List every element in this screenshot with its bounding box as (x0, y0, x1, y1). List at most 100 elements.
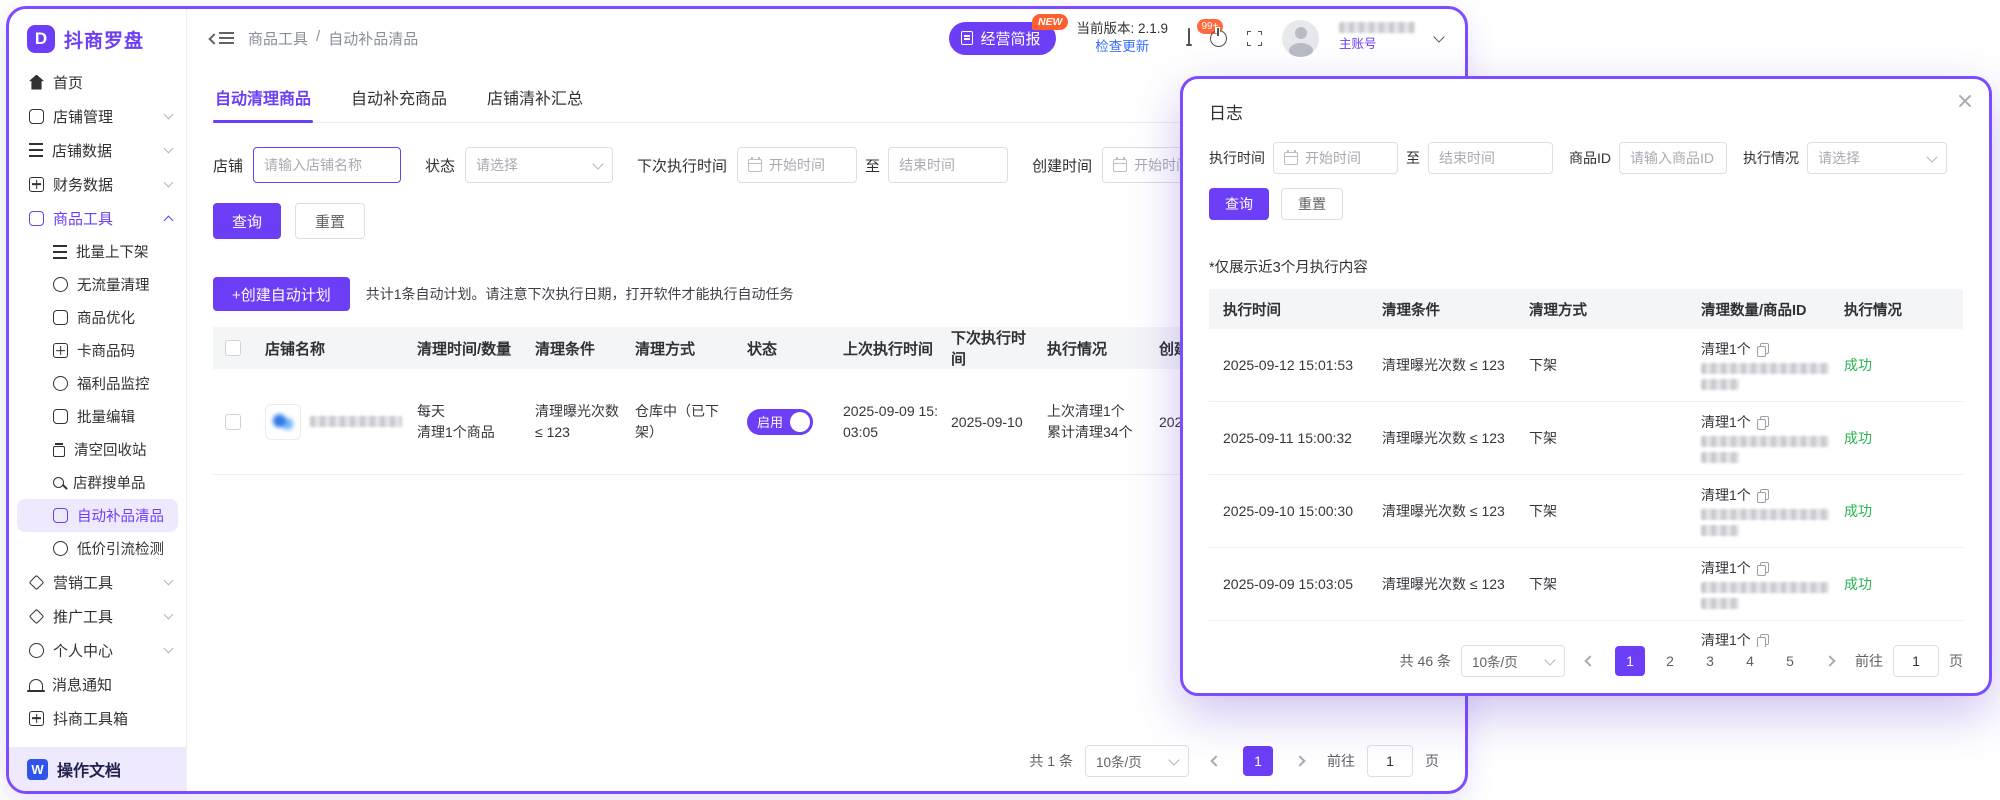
product-id-blurred (1701, 509, 1829, 520)
product-id-blurred (1701, 452, 1739, 463)
dialog-reset-button[interactable]: 重置 (1281, 188, 1343, 220)
status-toggle[interactable]: 启用 (747, 409, 813, 435)
sidebar-item-shop-group-search[interactable]: 店群搜单品 (9, 466, 186, 499)
sidebar-item-notifications[interactable]: 消息通知 (9, 667, 186, 701)
next-exec-start-date[interactable] (769, 157, 846, 173)
sidebar-item-toolbox[interactable]: 抖商工具箱 (9, 701, 186, 735)
sidebar-item-product-optimize[interactable]: 商品优化 (9, 301, 186, 334)
search-icon (53, 477, 64, 488)
sidebar-item-product-tools[interactable]: 商品工具 (9, 201, 186, 235)
sidebar-item-finance-data[interactable]: 财务数据 (9, 167, 186, 201)
sidebar-item-welfare-monitor[interactable]: 福利品监控 (9, 367, 186, 400)
next-exec-filter-label: 下次执行时间 (637, 155, 727, 176)
reset-button[interactable]: 重置 (295, 203, 365, 239)
clean-condition: 清理曝光次数 ≤ 123 (535, 401, 635, 443)
copy-icon[interactable] (1757, 343, 1768, 356)
tab-auto-clean[interactable]: 自动清理商品 (213, 75, 313, 122)
sidebar-item-label: 批量编辑 (77, 406, 135, 427)
finance-data-icon (29, 177, 44, 192)
dialog-page-button-5[interactable]: 5 (1775, 646, 1805, 676)
create-auto-plan-button[interactable]: +创建自动计划 (213, 277, 350, 311)
notification-bell[interactable]: 99+ (1188, 29, 1190, 47)
dialog-page-button-2[interactable]: 2 (1655, 646, 1685, 676)
log-exec-time: 2025-09-10 15:00:30 (1209, 503, 1382, 519)
search-button[interactable]: 查询 (213, 203, 281, 239)
product-optimize-icon (53, 310, 68, 325)
exec-end-date[interactable] (1439, 150, 1542, 166)
chevron-right-icon (1294, 755, 1305, 766)
next-page-button[interactable] (1285, 746, 1315, 776)
copy-icon[interactable] (1757, 489, 1768, 502)
log-row: 2025-09-12 15:01:53 清理曝光次数 ≤ 123 下架 清理1个… (1209, 329, 1963, 402)
sidebar-item-no-traffic-clean[interactable]: 无流量清理 (9, 268, 186, 301)
sidebar-item-label: 店群搜单品 (73, 472, 146, 493)
sidebar-item-shop-manage[interactable]: 店铺管理 (9, 99, 186, 133)
tab-auto-replenish[interactable]: 自动补充商品 (349, 75, 449, 122)
page-button-1[interactable]: 1 (1243, 746, 1273, 776)
exec-status-select[interactable]: 请选择 (1807, 142, 1947, 174)
fullscreen-icon[interactable] (1247, 31, 1262, 46)
col-exec-status: 执行情况 (1844, 299, 1963, 320)
auto-replenish-clean-icon (53, 508, 68, 523)
row-checkbox[interactable] (225, 414, 241, 430)
chevron-down-icon (164, 610, 174, 620)
goto-page-input[interactable] (1367, 745, 1413, 777)
prev-page-button[interactable] (1201, 746, 1231, 776)
sidebar-item-batch-on-off[interactable]: 批量上下架 (9, 235, 186, 268)
sidebar-item-marketing-tools[interactable]: 营销工具 (9, 565, 186, 599)
operation-docs-entry[interactable]: W 操作文档 (9, 747, 186, 791)
status-filter-label: 状态 (425, 155, 455, 176)
tab-summary[interactable]: 店铺清补汇总 (485, 75, 585, 122)
account-dropdown-caret[interactable] (1433, 31, 1444, 42)
sidebar-item-low-price-detect[interactable]: 低价引流检测 (9, 532, 186, 565)
sidebar-item-home[interactable]: 首页 (9, 65, 186, 99)
exec-start-date[interactable] (1305, 150, 1387, 166)
product-id-blurred (1701, 582, 1829, 593)
dialog-search-button[interactable]: 查询 (1209, 188, 1269, 220)
sidebar-item-product-code[interactable]: 卡商品码 (9, 334, 186, 367)
dialog-prev-page-button[interactable] (1575, 646, 1605, 676)
log-method: 下架 (1529, 501, 1701, 521)
sidebar-item-personal-center[interactable]: 个人中心 (9, 633, 186, 667)
dialog-total-count: 共 46 条 (1400, 651, 1451, 671)
power-icon[interactable] (1210, 30, 1227, 47)
log-exec-time: 2025-09-12 15:01:53 (1209, 357, 1382, 373)
product-id-blurred (1701, 598, 1739, 609)
product-tools-icon (29, 211, 44, 226)
sidebar-item-batch-edit[interactable]: 批量编辑 (9, 400, 186, 433)
select-all-checkbox[interactable] (225, 340, 241, 356)
sidebar-item-label: 消息通知 (52, 674, 112, 695)
sidebar-item-auto-replenish-clean[interactable]: 自动补品清品 (17, 499, 178, 532)
log-method: 下架 (1529, 428, 1701, 448)
brand-logo[interactable]: D 抖商罗盘 (9, 9, 186, 63)
dialog-page-button-4[interactable]: 4 (1735, 646, 1765, 676)
sidebar-item-empty-recycle[interactable]: 清空回收站 (9, 433, 186, 466)
next-exec-end-date[interactable] (899, 157, 997, 173)
dialog-page-button-3[interactable]: 3 (1695, 646, 1725, 676)
dialog-next-page-button[interactable] (1815, 646, 1845, 676)
status-select[interactable]: 请选择 (465, 147, 613, 183)
collapse-sidebar-icon[interactable] (219, 32, 234, 44)
check-update-link[interactable]: 检查更新 (1076, 38, 1168, 56)
log-condition: 清理曝光次数 ≤ 123 (1382, 574, 1529, 594)
close-dialog-button[interactable] (1957, 93, 1973, 114)
sidebar-item-shop-data[interactable]: 店铺数据 (9, 133, 186, 167)
breadcrumb-parent[interactable]: 商品工具 (248, 28, 308, 49)
sidebar-item-label: 财务数据 (53, 174, 113, 195)
copy-icon[interactable] (1757, 416, 1768, 429)
page-size-select[interactable]: 10条/页 (1085, 745, 1189, 777)
sidebar-item-label: 无流量清理 (77, 274, 150, 295)
dialog-goto-page-input[interactable] (1893, 645, 1939, 677)
dialog-page-size-select[interactable]: 10条/页 (1461, 645, 1565, 677)
product-id-input-wrap (1619, 142, 1727, 174)
sidebar-item-promotion-tools[interactable]: 推广工具 (9, 599, 186, 633)
shop-name-input[interactable] (264, 157, 390, 173)
col-qty-product-id: 清理数量/商品ID (1701, 299, 1844, 320)
dialog-page-button-1[interactable]: 1 (1615, 646, 1645, 676)
avatar[interactable] (1282, 20, 1319, 57)
business-report-button[interactable]: 经营简报 NEW (949, 22, 1056, 55)
next-exec-end-date-wrap (888, 147, 1008, 183)
copy-icon[interactable] (1757, 562, 1768, 575)
product-id-input[interactable] (1630, 150, 1716, 166)
toolbox-icon (29, 711, 44, 726)
